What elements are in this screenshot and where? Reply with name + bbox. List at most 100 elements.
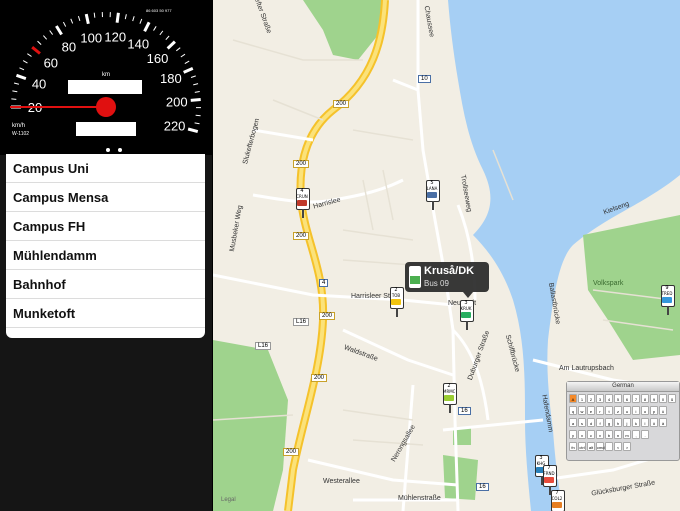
keyboard-key[interactable]: cmd [596,442,605,451]
keyboard-key[interactable]: a [569,418,577,427]
speed-tick-label: 60 [44,55,58,70]
keyboard-key[interactable]: z [614,406,622,415]
bus-marker[interactable]: 5 LANA [426,180,440,210]
keyboard-key[interactable]: b [605,430,613,439]
keyboard-title: German [567,382,679,392]
keyboard-key[interactable]: ä [659,418,667,427]
bus-marker[interactable]: 9 TRED [661,285,675,315]
speed-tick-label: 160 [147,51,169,66]
road-sign: 200 [283,448,300,456]
keyboard-key[interactable]: A [569,394,577,403]
left-panel: 20 40 60 80 100 120 140 160 180 200 220 km km/h W-… [0,0,212,511]
keyboard-key[interactable]: q [569,406,577,415]
road-sign: 10 [418,75,431,83]
keyboard-key[interactable]: , [632,430,640,439]
keyboard-key[interactable]: . [641,430,649,439]
keyboard-key[interactable]: 8 [641,394,649,403]
road-sign: 200 [333,100,350,108]
keyboard-row: fn ctrl alt cmd < > [569,442,680,452]
bus-marker[interactable]: 2 MRMC [443,383,457,413]
keyboard-key[interactable]: i [632,406,640,415]
keyboard-key[interactable]: k [632,418,640,427]
stop-list: Campus Uni Campus Mensa Campus FH Mühlen… [6,154,205,338]
keyboard-key[interactable]: s [578,418,586,427]
road-sign: L16 [255,342,272,350]
legal-link[interactable]: Legal [221,497,236,503]
keyboard-key[interactable]: t [605,406,613,415]
road-sign: 200 [319,312,336,320]
keyboard-key[interactable]: 4 [605,394,613,403]
keyboard-key[interactable]: ü [659,406,667,415]
keyboard-key[interactable]: x [578,430,586,439]
keyboard-key[interactable]: n [614,430,622,439]
bus-marker[interactable]: 3 KRUK [460,300,474,330]
keyboard-key[interactable]: 6 [623,394,631,403]
keyboard-key[interactable]: u [623,406,631,415]
keyboard-key[interactable]: ß [668,394,676,403]
keyboard-key[interactable]: m [623,430,631,439]
keyboard-key[interactable]: c [587,430,595,439]
keyboard-key[interactable]: y [569,430,577,439]
keyboard-key[interactable]: l [641,418,649,427]
keyboard-key[interactable]: 1 [578,394,586,403]
keyboard-key[interactable]: 9 [650,394,658,403]
keyboard-key[interactable]: r [596,406,604,415]
keyboard-key[interactable]: o [641,406,649,415]
keyboard-key[interactable]: j [623,418,631,427]
speed-minor-tick [93,12,96,18]
list-item[interactable]: Mühlendamm [6,241,205,270]
keyboard-key[interactable]: < [614,442,622,451]
list-item[interactable]: Campus Mensa [6,183,205,212]
keyboard-key[interactable]: 0 [659,394,667,403]
keyboard-key[interactable]: g [605,418,613,427]
street-label: Westerallee [323,478,360,485]
keyboard-key[interactable]: 2 [587,394,595,403]
list-item[interactable]: Campus Uni [6,154,205,183]
keyboard-key[interactable]: v [596,430,604,439]
keyboard-key[interactable]: 3 [596,394,604,403]
bus-marker[interactable]: 7 COL2 [551,490,565,511]
keyboard-viewer[interactable]: German A1234567890ß qwertzuiopü asdfghjklö… [566,381,680,461]
road-sign: 200 [293,160,310,168]
list-item[interactable]: Campus FH [6,212,205,241]
road-sign: 16 [476,483,489,491]
keyboard-key[interactable]: 7 [632,394,640,403]
bus-marker[interactable]: 4 CRUN [296,188,310,218]
speed-tick [115,12,120,23]
keyboard-key[interactable]: e [587,406,595,415]
trip-display [76,122,136,136]
road-sign: 4 [319,279,329,287]
unit-kmh: km/h [12,123,25,129]
park-label: Volkspark [593,280,624,287]
keyboard-key[interactable]: w [578,406,586,415]
keyboard-row: qwertzuiopü [569,406,680,416]
keyboard-key[interactable]: f [596,418,604,427]
keyboard-key[interactable]: fn [569,442,577,451]
speed-tick-label: 120 [104,30,126,45]
bus-callout[interactable]: Kruså/DK Bus 09 [405,262,489,298]
bus-marker[interactable]: 2 TOB [390,287,404,317]
road-sign: 16 [458,407,471,415]
keyboard-row: A1234567890ß [569,394,680,404]
keyboard-key[interactable]: d [587,418,595,427]
speed-tick-label: 100 [80,31,102,46]
list-item[interactable]: Munketoft [6,299,205,328]
keyboard-key[interactable]: 5 [614,394,622,403]
keyboard-key[interactable]: ö [650,418,658,427]
bus-icon [409,266,421,288]
keyboard-key[interactable]: alt [587,442,595,451]
small-print: 86 603 50 977 [146,8,172,13]
keyboard-key[interactable]: p [650,406,658,415]
keyboard-row: asdfghjklöä [569,418,680,428]
keyboard-key[interactable]: > [623,442,631,451]
speed-tick-label: 140 [127,37,149,52]
keyboard-key[interactable]: h [614,418,622,427]
speed-tick [84,13,90,25]
keyboard-row: yxcvbnm,. [569,430,680,440]
speed-tick-label: 200 [166,94,188,109]
list-item[interactable]: Bahnhof [6,270,205,299]
road-sign: 200 [311,374,328,382]
road-sign: 200 [293,232,310,240]
keyboard-key[interactable]: ctrl [578,442,586,451]
keyboard-key[interactable] [605,442,613,451]
